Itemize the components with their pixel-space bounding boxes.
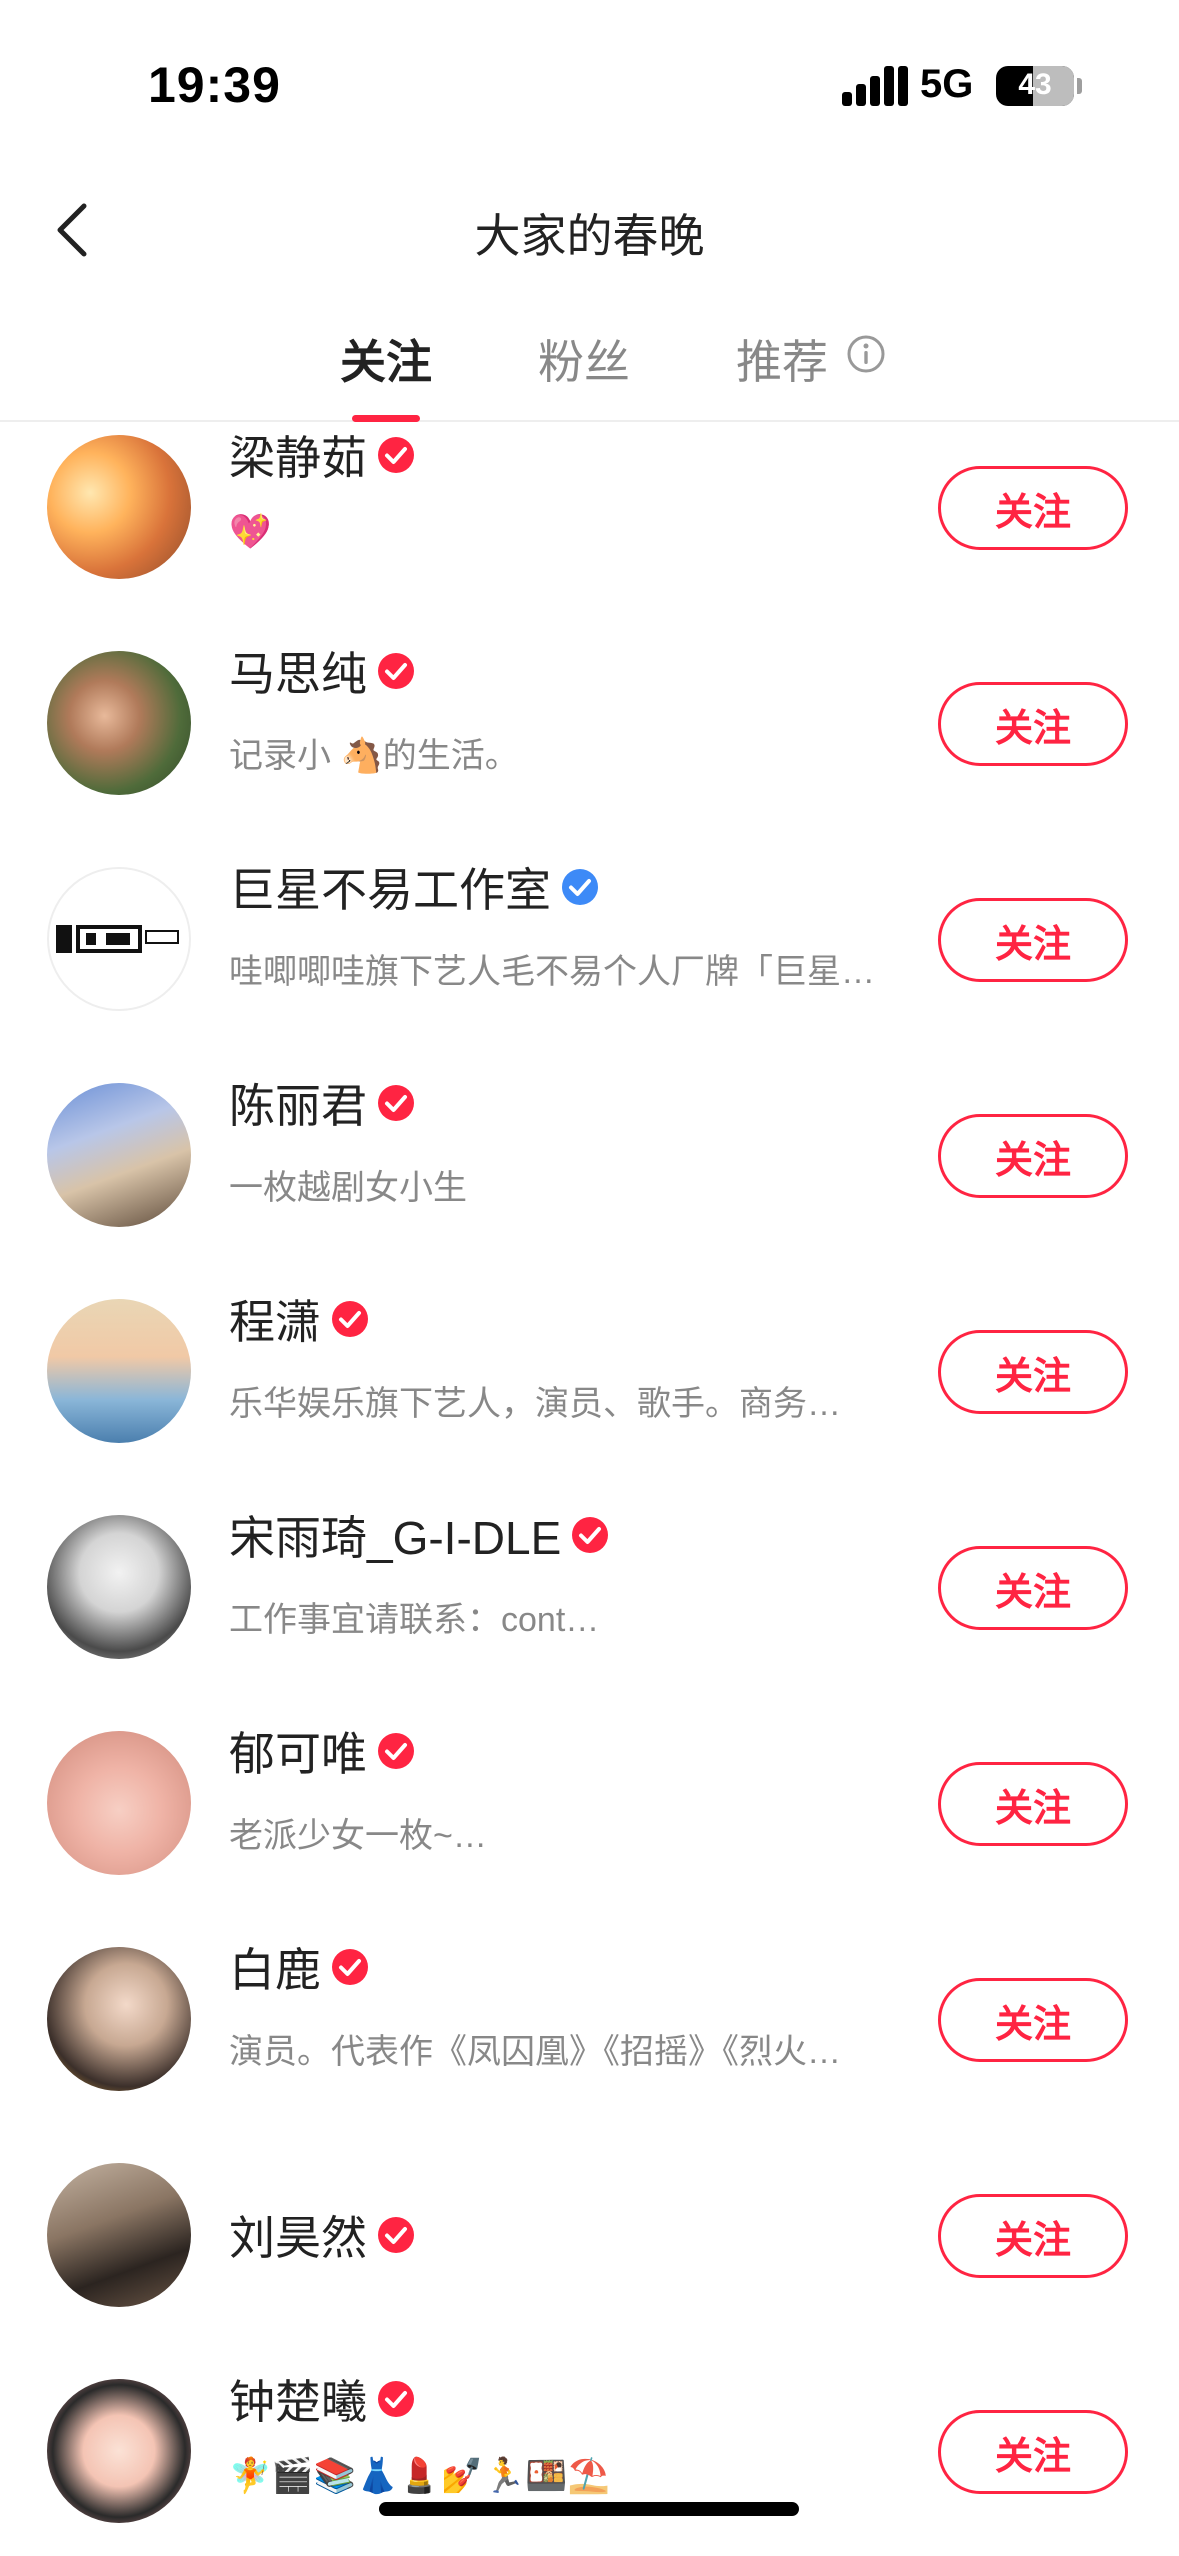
name-line: 梁静茹 bbox=[229, 425, 415, 485]
user-name: 巨星不易工作室 bbox=[229, 864, 551, 916]
battery-icon: 43 bbox=[996, 66, 1074, 106]
avatar bbox=[47, 1299, 191, 1443]
name-line: 巨星不易工作室 bbox=[229, 857, 599, 917]
user-description: 工作事宜请联系：cont… bbox=[229, 1601, 600, 1639]
avatar bbox=[47, 2379, 191, 2523]
user-description: 哇唧唧哇旗下艺人毛不易个人厂牌「巨星… bbox=[229, 953, 875, 991]
follow-button[interactable]: 关注 bbox=[938, 2194, 1128, 2278]
user-description: 💖 bbox=[229, 513, 272, 551]
name-line: 钟楚曦 bbox=[229, 2369, 415, 2429]
avatar bbox=[47, 1083, 191, 1227]
follow-button[interactable]: 关注 bbox=[938, 682, 1128, 766]
user-description: 乐华娱乐旗下艺人，演员、歌手。商务… bbox=[229, 1385, 841, 1423]
user-name: 白鹿 bbox=[229, 1944, 321, 1996]
battery-level: 43 bbox=[1018, 68, 1052, 101]
avatar bbox=[47, 651, 191, 795]
list-item[interactable]: 郁可唯 老派少女一枚~… 关注 bbox=[0, 1720, 1179, 1936]
avatar bbox=[47, 867, 191, 1011]
status-bar: 19:39 5G 43 bbox=[0, 0, 1179, 170]
user-name: 陈丽君 bbox=[229, 1080, 367, 1132]
list-item[interactable]: 宋雨琦_G-I-DLE 工作事宜请联系：cont… 关注 bbox=[0, 1504, 1179, 1720]
follow-button[interactable]: 关注 bbox=[938, 898, 1128, 982]
user-description: 记录小 🐴的生活。 bbox=[229, 737, 519, 775]
tab-label: 粉丝 bbox=[538, 336, 630, 388]
name-line: 白鹿 bbox=[229, 1937, 369, 1997]
avatar bbox=[47, 1731, 191, 1875]
verified-badge-icon bbox=[378, 653, 414, 689]
tab-following[interactable]: 关注 bbox=[340, 326, 432, 422]
follow-button[interactable]: 关注 bbox=[938, 2410, 1128, 2494]
verified-badge-icon bbox=[572, 1517, 609, 1553]
list-item[interactable]: 刘昊然 关注 bbox=[0, 2152, 1179, 2368]
info-icon[interactable] bbox=[846, 334, 886, 374]
list-item[interactable]: 白鹿 演员。代表作《凤囚凰》《招摇》《烈火… 关注 bbox=[0, 1936, 1179, 2152]
signal-icon bbox=[842, 66, 908, 106]
tab-bar: 关注 粉丝 推荐 bbox=[0, 312, 1179, 422]
avatar bbox=[47, 435, 191, 579]
battery-nub bbox=[1077, 78, 1082, 94]
name-line: 陈丽君 bbox=[229, 1073, 415, 1133]
nav-bar: 大家的春晚 bbox=[0, 170, 1179, 290]
tab-recommend[interactable]: 推荐 bbox=[736, 326, 828, 392]
name-line: 郁可唯 bbox=[229, 1721, 415, 1781]
user-name: 梁静茹 bbox=[229, 432, 367, 484]
verified-badge-icon bbox=[378, 437, 414, 473]
user-description: 老派少女一枚~… bbox=[229, 1817, 487, 1855]
follow-button[interactable]: 关注 bbox=[938, 466, 1128, 550]
studio-logo bbox=[56, 925, 179, 953]
user-name: 马思纯 bbox=[229, 648, 367, 700]
verified-badge-icon bbox=[378, 2381, 414, 2417]
follow-button[interactable]: 关注 bbox=[938, 1330, 1128, 1414]
user-description: 一枚越剧女小生 bbox=[229, 1169, 467, 1207]
verified-badge-icon bbox=[378, 1733, 414, 1769]
verified-badge-icon bbox=[378, 1085, 414, 1121]
user-description: 🧚🎬📚👗💄💅🏃🍱⛱️ bbox=[229, 2457, 611, 2495]
list-item[interactable]: 钟楚曦 🧚🎬📚👗💄💅🏃🍱⛱️ 关注 bbox=[0, 2368, 1179, 2556]
verified-badge-icon bbox=[378, 2217, 414, 2253]
tab-label: 推荐 bbox=[736, 336, 828, 388]
avatar bbox=[47, 2163, 191, 2307]
follow-button[interactable]: 关注 bbox=[938, 1546, 1128, 1630]
user-name: 程潇 bbox=[229, 1296, 321, 1348]
user-name: 郁可唯 bbox=[229, 1728, 367, 1780]
avatar bbox=[47, 1515, 191, 1659]
avatar bbox=[47, 1947, 191, 2091]
user-description: 演员。代表作《凤囚凰》《招摇》《烈火… bbox=[229, 2033, 841, 2071]
user-name: 刘昊然 bbox=[229, 2212, 367, 2264]
name-line: 宋雨琦_G-I-DLE bbox=[229, 1505, 609, 1565]
tab-label: 关注 bbox=[340, 336, 432, 388]
list-item[interactable]: 巨星不易工作室 哇唧唧哇旗下艺人毛不易个人厂牌「巨星… 关注 bbox=[0, 856, 1179, 1072]
list-item[interactable]: 马思纯 记录小 🐴的生活。 关注 bbox=[0, 640, 1179, 856]
verified-badge-icon bbox=[332, 1949, 368, 1985]
name-line: 程潇 bbox=[229, 1289, 369, 1349]
name-line: 马思纯 bbox=[229, 641, 415, 701]
user-name: 钟楚曦 bbox=[229, 2376, 367, 2428]
network-type: 5G bbox=[920, 62, 974, 106]
list-item[interactable]: 陈丽君 一枚越剧女小生 关注 bbox=[0, 1072, 1179, 1288]
active-tab-indicator bbox=[352, 415, 420, 422]
status-time: 19:39 bbox=[148, 57, 281, 113]
verified-badge-blue-icon bbox=[562, 869, 598, 905]
follow-button[interactable]: 关注 bbox=[938, 1762, 1128, 1846]
list-item[interactable]: 梁静茹 💖 关注 bbox=[0, 424, 1179, 640]
tab-fans[interactable]: 粉丝 bbox=[538, 326, 630, 392]
follow-button[interactable]: 关注 bbox=[938, 1978, 1128, 2062]
user-name: 宋雨琦_G-I-DLE bbox=[229, 1512, 562, 1564]
verified-badge-icon bbox=[332, 1301, 368, 1337]
name-line: 刘昊然 bbox=[229, 2205, 415, 2265]
list-item[interactable]: 程潇 乐华娱乐旗下艺人，演员、歌手。商务… 关注 bbox=[0, 1288, 1179, 1504]
home-indicator[interactable] bbox=[379, 2502, 799, 2516]
page-title: 大家的春晚 bbox=[474, 210, 705, 262]
follow-button[interactable]: 关注 bbox=[938, 1114, 1128, 1198]
